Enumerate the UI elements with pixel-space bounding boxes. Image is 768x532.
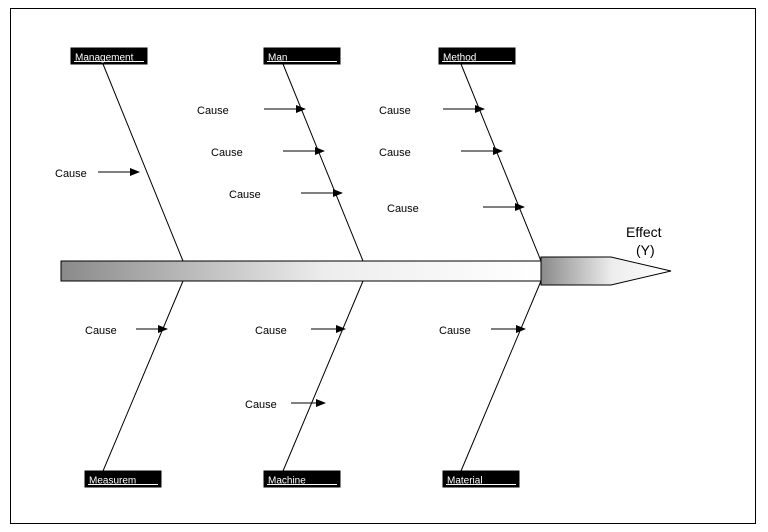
svg-text:Cause: Cause	[85, 325, 117, 337]
category-label-material: Material	[443, 471, 519, 487]
spine-body	[61, 261, 541, 281]
svg-text:Cause: Cause	[387, 203, 419, 215]
svg-text:Method: Method	[443, 53, 476, 64]
cause-material-0: Cause	[439, 325, 525, 337]
svg-text:Machine: Machine	[268, 476, 306, 487]
category-label-management: Management	[71, 48, 147, 64]
svg-text:Cause: Cause	[211, 147, 243, 159]
cause-measurement-0: Cause	[85, 325, 167, 337]
cause-method-2: Cause	[387, 203, 524, 215]
effect-label-line1: Effect	[626, 224, 662, 240]
bone-man	[283, 64, 363, 261]
svg-text:Cause: Cause	[255, 325, 287, 337]
spine-arrow-head-base	[541, 257, 671, 285]
svg-text:Cause: Cause	[229, 189, 261, 201]
svg-text:Cause: Cause	[379, 105, 411, 117]
cause-man-2: Cause	[229, 189, 342, 201]
svg-text:Cause: Cause	[197, 105, 229, 117]
diagram-frame: Effect (Y) Management Man Method Measure…	[10, 8, 756, 524]
svg-text:Management: Management	[75, 53, 134, 64]
svg-text:Measurem: Measurem	[89, 476, 136, 487]
bone-management	[103, 64, 183, 261]
svg-text:Cause: Cause	[245, 399, 277, 411]
effect-label-line2: (Y)	[636, 242, 655, 258]
category-label-method: Method	[439, 48, 515, 64]
bone-machine	[283, 281, 363, 471]
svg-text:Cause: Cause	[55, 168, 87, 180]
svg-text:Cause: Cause	[379, 147, 411, 159]
cause-method-0: Cause	[379, 105, 484, 117]
cause-management-0: Cause	[55, 168, 139, 180]
bone-material	[461, 281, 541, 471]
fishbone-diagram: Effect (Y) Management Man Method Measure…	[11, 9, 757, 525]
svg-text:Material: Material	[447, 476, 483, 487]
category-label-man: Man	[264, 48, 340, 64]
svg-text:Man: Man	[268, 53, 287, 64]
cause-machine-0: Cause	[255, 325, 345, 337]
svg-text:Cause: Cause	[439, 325, 471, 337]
bone-method	[461, 64, 541, 261]
bone-measurement	[103, 281, 183, 471]
cause-method-1: Cause	[379, 147, 502, 159]
cause-man-1: Cause	[211, 147, 324, 159]
cause-man-0: Cause	[197, 105, 305, 117]
category-label-measurement: Measurem	[85, 471, 161, 487]
category-label-machine: Machine	[264, 471, 340, 487]
